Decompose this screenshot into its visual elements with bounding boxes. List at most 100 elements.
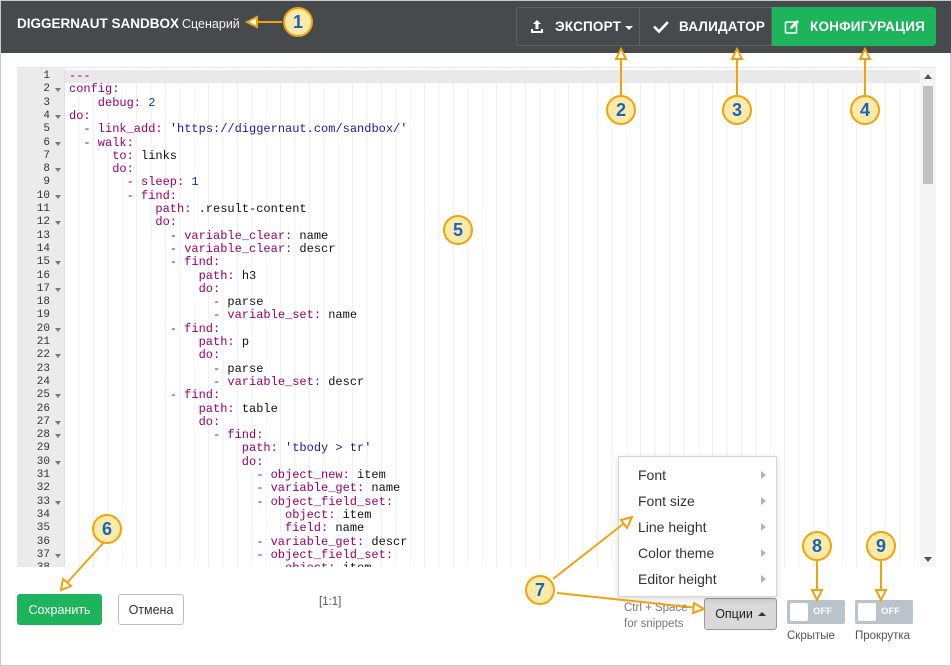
fold-toggle-icon[interactable] — [55, 141, 61, 146]
cursor-position: [1:1] — [319, 596, 342, 608]
code-token: path: — [198, 268, 242, 283]
scroll-down-icon[interactable] — [924, 557, 932, 562]
chevron-right-icon — [761, 549, 766, 557]
code-token: do: — [112, 162, 134, 177]
fold-toggle-icon[interactable] — [55, 354, 61, 359]
fold-toggle-icon[interactable] — [55, 261, 61, 266]
chevron-right-icon — [761, 471, 766, 479]
code-token: - — [256, 534, 271, 549]
line-number: 27 — [36, 415, 50, 428]
code-token: name — [328, 308, 358, 323]
chevron-right-icon — [761, 523, 766, 531]
fold-toggle-icon[interactable] — [55, 553, 61, 558]
code-line: - variable_get: name — [256, 482, 400, 495]
line-number: 34 — [36, 508, 50, 521]
code-token: path: — [155, 202, 199, 216]
code-line: path: 'tbody > tr' — [242, 442, 372, 455]
code-token: do: — [198, 414, 221, 429]
page-subtitle: Сценарий — [182, 17, 240, 31]
export-button[interactable]: ЭКСПОРТ — [516, 7, 640, 46]
fold-toggle-icon[interactable] — [55, 221, 61, 226]
code-line: do: — [199, 349, 221, 362]
code-token: name — [299, 228, 329, 243]
line-number: 35 — [36, 522, 50, 535]
menu-item-font[interactable]: Font — [619, 462, 776, 488]
fold-toggle-icon[interactable] — [55, 88, 61, 93]
chevron-down-icon — [625, 25, 634, 30]
cancel-button[interactable]: Отмена — [118, 594, 184, 625]
line-number: 38 — [17, 562, 50, 567]
fold-toggle-icon[interactable] — [55, 327, 61, 332]
config-button[interactable]: КОНФИГУРАЦИЯ — [772, 7, 936, 46]
line-number: 7 — [43, 149, 50, 162]
code-area[interactable]: --- config: debug: 2 do: - link_add: 'https:… — [65, 68, 920, 567]
fold-toggle-icon[interactable] — [55, 434, 61, 439]
code-line: - variable_set: name — [213, 309, 357, 322]
toggle-hidden-label: Скрытые — [787, 630, 835, 642]
code-token: descr — [371, 534, 408, 549]
menu-item-editor-height[interactable]: Editor height — [619, 566, 776, 592]
code-line: to: links — [112, 148, 178, 163]
fold-toggle-icon[interactable] — [55, 420, 61, 425]
line-number: 16 — [36, 269, 50, 282]
code-token: find: — [184, 255, 221, 270]
code-token: links — [141, 148, 178, 163]
menu-item-label: Line height — [638, 519, 707, 535]
scrollbar-thumb[interactable] — [923, 86, 933, 184]
code-line: - variable_clear: name — [170, 228, 329, 243]
menu-item-color-theme[interactable]: Color theme — [619, 540, 776, 566]
code-token: find: — [141, 188, 178, 203]
fold-toggle-icon[interactable] — [55, 287, 61, 292]
code-token: find: — [184, 388, 221, 403]
line-number: 14 — [36, 242, 50, 255]
code-token: object: — [285, 561, 343, 567]
toggle-scroll[interactable]: OFF — [855, 600, 913, 624]
code-line: do: — [69, 109, 91, 123]
scroll-up-icon[interactable] — [924, 74, 932, 79]
code-token: parse — [227, 361, 264, 376]
code-token: object_field_set: — [270, 494, 394, 509]
code-token: link_add: — [97, 122, 170, 137]
app-title: DIGGERNAUT SANDBOX — [17, 16, 180, 31]
code-line: - variable_set: descr — [213, 374, 364, 389]
fold-toggle-icon[interactable] — [55, 194, 61, 199]
line-number: 1 — [43, 70, 50, 82]
chevron-right-icon — [761, 497, 766, 505]
fold-toggle-icon[interactable] — [55, 394, 61, 399]
code-token: - — [213, 374, 228, 389]
menu-item-font-size[interactable]: Font size — [619, 488, 776, 514]
code-token: do: — [198, 281, 221, 296]
code-token: - — [83, 135, 98, 150]
options-button[interactable]: Опции — [704, 598, 777, 630]
code-token: - — [213, 428, 228, 443]
code-token: variable_get: — [270, 534, 372, 549]
code-line: - parse — [213, 295, 263, 309]
code-line: - find: — [170, 389, 220, 402]
line-number: 33 — [36, 495, 50, 508]
code-token: find: — [227, 428, 264, 443]
fold-toggle-icon[interactable] — [55, 500, 61, 505]
vertical-scrollbar[interactable] — [920, 68, 936, 567]
code-token: - — [126, 188, 141, 203]
fold-toggle-icon[interactable] — [55, 114, 61, 119]
code-token: variable_clear: — [184, 228, 300, 243]
code-line: - find: — [170, 322, 220, 336]
line-number: 22 — [36, 349, 50, 362]
code-line: field: name — [285, 522, 364, 535]
line-number: 32 — [36, 482, 50, 495]
save-button[interactable]: Сохранить — [17, 594, 102, 625]
menu-item-line-height[interactable]: Line height — [619, 514, 776, 540]
code-token: name — [371, 481, 401, 496]
fold-toggle-icon[interactable] — [55, 460, 61, 465]
line-number: 15 — [36, 256, 50, 269]
line-number: 23 — [36, 362, 50, 375]
fold-toggle-icon[interactable] — [55, 168, 61, 173]
code-editor[interactable]: 1 2 3 4 5 6 7 8 9 10 11 12 13 14 15 16 17 18 19 20 21 22 23 24 2… — [17, 67, 936, 567]
code-token: path: — [241, 441, 286, 456]
validator-button[interactable]: ВАЛИДАТОР — [640, 7, 772, 46]
code-line: - find: — [126, 188, 178, 203]
code-token: item — [342, 507, 372, 522]
toggle-hidden[interactable]: OFF — [787, 600, 845, 624]
code-token: config: — [69, 82, 120, 97]
toggle-state: OFF — [881, 606, 900, 617]
